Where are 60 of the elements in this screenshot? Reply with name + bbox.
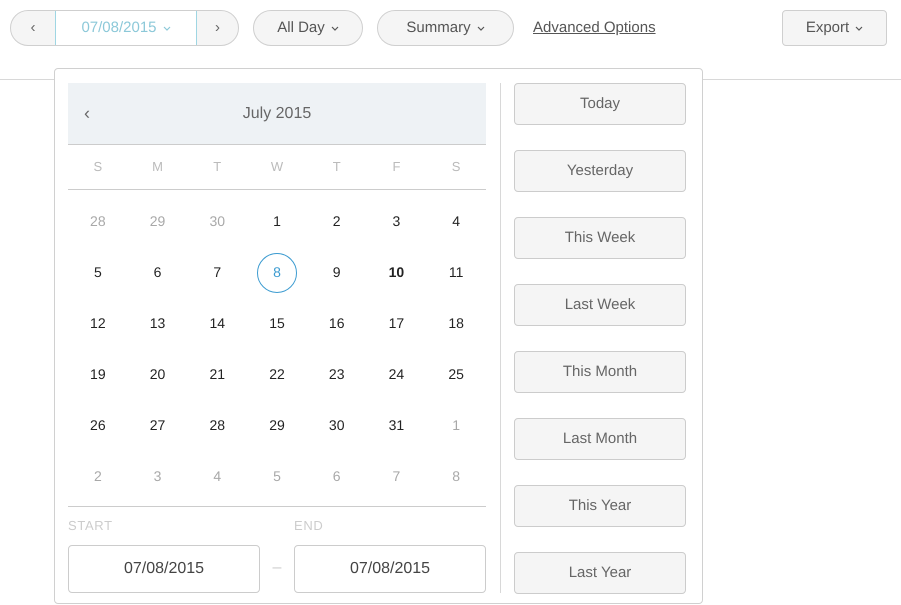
preset-button[interactable]: Today (514, 83, 686, 125)
caret-icon (476, 26, 485, 30)
weekday-label: M (151, 158, 164, 176)
day-cell[interactable]: 4 (436, 202, 476, 242)
day-cell[interactable]: 10 (376, 252, 416, 292)
range-separator: – (272, 558, 282, 578)
day-cell[interactable]: 7 (197, 252, 238, 292)
day-cell[interactable]: 22 (256, 354, 297, 394)
view-dropdown[interactable]: Summary (377, 10, 514, 46)
day-cell[interactable]: 5 (78, 252, 118, 292)
day-cell[interactable]: 14 (197, 304, 238, 344)
preset-button[interactable]: This Week (514, 217, 686, 259)
day-cell[interactable]: 19 (78, 354, 118, 394)
weekday-label: S (450, 158, 462, 176)
caret-icon (855, 26, 864, 30)
day-cell[interactable]: 24 (376, 354, 416, 394)
preset-button[interactable]: Last Year (514, 552, 686, 594)
day-cell[interactable]: 15 (256, 304, 297, 344)
weekday-label: S (92, 158, 104, 176)
day-cell[interactable]: 3 (376, 202, 416, 242)
day-cell[interactable]: 18 (436, 304, 476, 344)
caret-icon (162, 26, 171, 30)
day-cell[interactable]: 2 (316, 202, 357, 242)
day-cell[interactable]: 13 (138, 304, 178, 344)
preset-button[interactable]: This Month (514, 351, 686, 393)
advanced-options-link[interactable]: Advanced Options (533, 16, 656, 40)
day-cell[interactable]: 30 (316, 406, 357, 446)
previous-month-button[interactable]: ‹ (84, 100, 90, 127)
preset-button[interactable]: This Year (514, 485, 686, 527)
day-cell[interactable]: 21 (197, 354, 238, 394)
export-dropdown[interactable]: Export (782, 10, 887, 46)
day-cell[interactable]: 16 (316, 304, 357, 344)
day-cell[interactable]: 20 (138, 354, 178, 394)
previous-button[interactable]: ‹ (11, 11, 55, 45)
preset-button[interactable]: Last Month (514, 418, 686, 460)
day-cell[interactable]: 26 (78, 406, 118, 446)
month-title: July 2015 (242, 104, 312, 124)
caret-icon (330, 26, 339, 30)
next-button[interactable]: › (197, 11, 238, 45)
day-cell[interactable]: 31 (376, 406, 416, 446)
day-cell[interactable]: 25 (436, 354, 476, 394)
day-cell[interactable]: 1 (256, 202, 297, 242)
weekday-label: W (270, 158, 284, 176)
preset-button[interactable]: Last Week (514, 284, 686, 326)
day-cell[interactable]: 9 (316, 252, 357, 292)
day-cell[interactable]: 23 (316, 354, 357, 394)
day-cell[interactable]: 27 (138, 406, 178, 446)
day-cell[interactable]: 17 (376, 304, 416, 344)
day-cell[interactable]: 12 (78, 304, 118, 344)
end-date-field[interactable]: 07/08/2015 (294, 544, 486, 592)
preset-button[interactable]: Yesterday (514, 150, 686, 192)
time-range-dropdown[interactable]: All Day (253, 10, 363, 46)
day-cell[interactable]: 28 (197, 406, 238, 446)
weekday-label: T (332, 158, 342, 176)
day-cell[interactable]: 11 (436, 252, 476, 292)
weekday-label: T (212, 158, 222, 176)
day-cell[interactable]: 29 (256, 406, 297, 446)
weekday-label: F (391, 158, 402, 176)
start-date-field[interactable]: 07/08/2015 (68, 544, 260, 592)
day-cell[interactable]: 6 (138, 252, 178, 292)
